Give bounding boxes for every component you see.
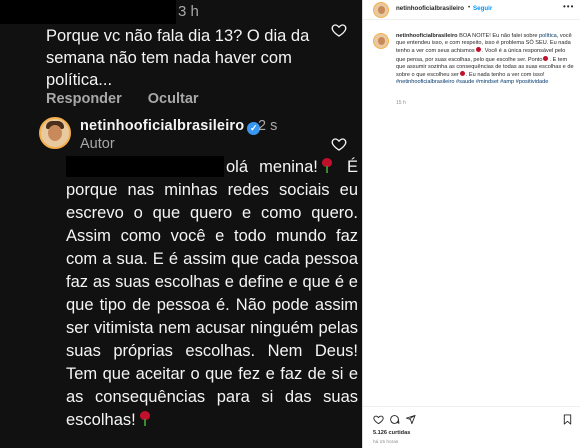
post-username[interactable]: netinhooficialbrasileiro <box>396 5 464 12</box>
likes-count[interactable]: 5.126 curtidas <box>373 430 410 436</box>
caption-username[interactable]: netinhooficialbrasileiro <box>396 33 458 39</box>
avatar[interactable] <box>373 33 389 49</box>
comment-text: Porque vc não fala dia 13? O dia da sema… <box>46 27 310 89</box>
comment-thread-panel: 3 h Porque vc não fala dia 13? O dia da … <box>0 0 362 448</box>
rose-emoji-icon <box>321 158 333 173</box>
comment-icon[interactable] <box>389 414 400 425</box>
caption-text-5: . Eu nada tenho a ver com isso! <box>465 72 545 79</box>
reply-text-body: É porque nas minhas redes sociais eu esc… <box>66 158 358 429</box>
post-footer: 5.126 curtidas há 15 horas <box>363 406 580 448</box>
avatar[interactable] <box>39 117 71 149</box>
heart-icon[interactable] <box>331 136 347 152</box>
follow-button[interactable]: Seguir <box>473 5 492 12</box>
post-panel: netinhooficialbrasileiro • Seguir ••• ne… <box>362 0 580 448</box>
reply-text-greeting: olá menina! <box>226 158 318 176</box>
hide-button[interactable]: Ocultar <box>148 91 199 107</box>
redacted-username <box>0 0 176 24</box>
caption-link[interactable]: política <box>539 33 557 39</box>
caption-text-1: BOA NOITE! Eu não falei sobre <box>459 33 538 39</box>
caption-age: 15 h <box>396 100 406 106</box>
avatar[interactable] <box>373 2 389 18</box>
heart-icon[interactable] <box>331 22 347 38</box>
post-header: netinhooficialbrasileiro • Seguir ••• <box>363 0 580 20</box>
post-caption: netinhooficialbrasileiro BOA NOITE! Eu n… <box>396 33 576 86</box>
rose-emoji-icon <box>139 411 151 426</box>
author-label: Autor <box>80 136 115 152</box>
reply-username[interactable]: netinhooficialbrasileiro ✓ <box>80 118 261 135</box>
rose-emoji-icon <box>459 71 465 77</box>
post-timestamp: há 15 horas <box>373 440 399 445</box>
separator-dot: • <box>468 4 471 11</box>
reply-time: 2 s <box>258 118 278 134</box>
more-options-icon[interactable]: ••• <box>563 2 574 11</box>
bookmark-icon[interactable] <box>562 414 573 425</box>
heart-icon[interactable] <box>373 414 384 425</box>
reply-username-text: netinhooficialbrasileiro <box>80 118 245 134</box>
comment-time: 3 h <box>178 3 199 20</box>
caption-hashtags[interactable]: #netinhooficialbrasileiro #saude #mindse… <box>396 79 548 85</box>
rose-emoji-icon <box>543 55 549 61</box>
comment-actions: Responder Ocultar <box>46 91 221 107</box>
reply-button[interactable]: Responder <box>46 91 122 107</box>
rose-emoji-icon <box>475 47 481 53</box>
reply-text: olá menina! É porque nas minhas redes so… <box>66 156 358 432</box>
share-icon[interactable] <box>405 414 416 425</box>
